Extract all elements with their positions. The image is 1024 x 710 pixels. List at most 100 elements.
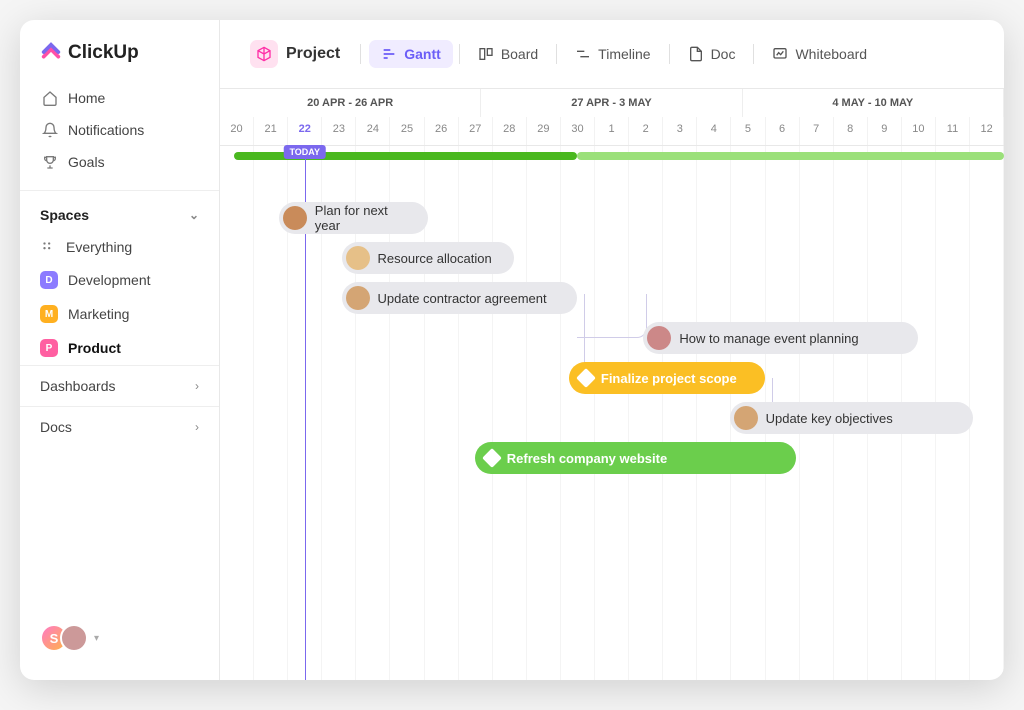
menu-docs[interactable]: Docs › — [20, 406, 219, 447]
milestone-diamond-icon — [482, 448, 502, 468]
gantt-task[interactable]: Resource allocation — [342, 242, 514, 274]
user-corner[interactable]: S ▾ — [20, 612, 219, 664]
menu-label: Docs — [40, 419, 72, 435]
logo-text: ClickUp — [68, 42, 139, 64]
toolbar: Project Gantt Board Timeline Doc Whiteboard — [220, 20, 1004, 89]
grid-icon — [40, 239, 56, 255]
space-item-marketing[interactable]: M Marketing — [20, 297, 219, 331]
clickup-logo-icon — [40, 42, 62, 64]
day-cell[interactable]: 29 — [527, 117, 561, 145]
view-tab-doc[interactable]: Doc — [676, 40, 748, 68]
task-label: Resource allocation — [378, 251, 492, 266]
main: Project GanttBoardTimelineDocWhiteboard … — [220, 20, 1004, 680]
space-item-product[interactable]: P Product — [20, 331, 219, 365]
view-label: Doc — [711, 46, 736, 62]
space-everything[interactable]: Everything — [20, 231, 219, 263]
day-cell[interactable]: 12 — [970, 117, 1004, 145]
space-label: Marketing — [68, 306, 129, 322]
today-badge: TODAY — [283, 145, 326, 159]
project-label: Project — [286, 45, 340, 63]
day-cell[interactable]: 1 — [595, 117, 629, 145]
day-cell[interactable]: 4 — [697, 117, 731, 145]
day-cell[interactable]: 24 — [356, 117, 390, 145]
view-tab-board[interactable]: Board — [466, 40, 550, 68]
trophy-icon — [42, 154, 58, 170]
home-icon — [42, 90, 58, 106]
day-cell[interactable]: 5 — [731, 117, 765, 145]
day-cell[interactable]: 25 — [390, 117, 424, 145]
app-window: ClickUp Home Notifications Goals Spaces … — [20, 20, 1004, 680]
view-tab-whiteboard[interactable]: Whiteboard — [760, 40, 879, 68]
separator — [360, 44, 361, 64]
milestone-diamond-icon — [576, 368, 596, 388]
gantt-task[interactable]: Refresh company website — [475, 442, 796, 474]
menu-dashboards[interactable]: Dashboards › — [20, 365, 219, 406]
task-label: How to manage event planning — [679, 331, 858, 346]
day-cell[interactable]: 30 — [561, 117, 595, 145]
timeline-icon — [575, 46, 591, 62]
week-cell: 27 APR - 3 MAY — [481, 89, 742, 117]
week-cell: 20 APR - 26 APR — [220, 89, 481, 117]
day-cell[interactable]: 7 — [800, 117, 834, 145]
task-label: Update key objectives — [766, 411, 893, 426]
task-label: Refresh company website — [507, 451, 667, 466]
board-icon — [478, 46, 494, 62]
gantt-task[interactable]: Update contractor agreement — [342, 282, 577, 314]
day-cell[interactable]: 2 — [629, 117, 663, 145]
nav-notifications[interactable]: Notifications — [28, 114, 211, 146]
whiteboard-icon — [772, 46, 788, 62]
nav-goals[interactable]: Goals — [28, 146, 211, 178]
day-cell[interactable]: 23 — [322, 117, 356, 145]
nav-home[interactable]: Home — [28, 82, 211, 114]
day-cell[interactable]: 8 — [834, 117, 868, 145]
day-cell[interactable]: 11 — [936, 117, 970, 145]
project-chip[interactable]: Project — [238, 34, 352, 74]
spaces-title: Spaces — [40, 207, 89, 223]
caret-down-icon: ▾ — [94, 633, 99, 644]
day-cell[interactable]: 26 — [425, 117, 459, 145]
space-item-development[interactable]: D Development — [20, 263, 219, 297]
gantt-task[interactable]: Plan for next year — [279, 202, 428, 234]
progress-remaining — [577, 152, 1004, 160]
space-label: Development — [68, 272, 151, 288]
view-tab-timeline[interactable]: Timeline — [563, 40, 662, 68]
day-cell[interactable]: 9 — [868, 117, 902, 145]
gantt-task[interactable]: Finalize project scope — [569, 362, 765, 394]
sidebar: ClickUp Home Notifications Goals Spaces … — [20, 20, 220, 680]
separator — [669, 44, 670, 64]
day-cell[interactable]: 28 — [493, 117, 527, 145]
separator — [556, 44, 557, 64]
day-cell[interactable]: 27 — [459, 117, 493, 145]
day-cell[interactable]: 22TODAY — [288, 117, 322, 145]
day-cell[interactable]: 6 — [766, 117, 800, 145]
separator — [459, 44, 460, 64]
space-badge: P — [40, 339, 58, 357]
nav-section: Home Notifications Goals — [20, 82, 219, 178]
space-label: Product — [68, 340, 121, 356]
week-cell: 4 MAY - 10 MAY — [743, 89, 1004, 117]
gantt-task[interactable]: Update key objectives — [730, 402, 973, 434]
gantt-area[interactable]: Plan for next year Resource allocation Upd… — [220, 146, 1004, 680]
space-badge: M — [40, 305, 58, 323]
user-avatar-photo — [60, 624, 88, 652]
gantt-task[interactable]: How to manage event planning — [643, 322, 917, 354]
task-connector — [577, 294, 648, 338]
assignee-avatar — [283, 206, 307, 230]
space-label: Everything — [66, 239, 132, 255]
task-label: Plan for next year — [315, 203, 414, 233]
menu-label: Dashboards — [40, 378, 116, 394]
space-badge: D — [40, 271, 58, 289]
view-tab-gantt[interactable]: Gantt — [369, 40, 453, 68]
day-cell[interactable]: 3 — [663, 117, 697, 145]
day-cell[interactable]: 10 — [902, 117, 936, 145]
view-label: Timeline — [598, 46, 650, 62]
chevron-right-icon: › — [195, 379, 199, 393]
logo: ClickUp — [20, 36, 219, 82]
doc-icon — [688, 46, 704, 62]
day-cell[interactable]: 21 — [254, 117, 288, 145]
day-cell[interactable]: 20 — [220, 117, 254, 145]
week-row: 20 APR - 26 APR27 APR - 3 MAY4 MAY - 10 … — [220, 89, 1004, 117]
assignee-avatar — [734, 406, 758, 430]
gantt-icon — [381, 46, 397, 62]
spaces-header[interactable]: Spaces ⌄ — [20, 190, 219, 231]
